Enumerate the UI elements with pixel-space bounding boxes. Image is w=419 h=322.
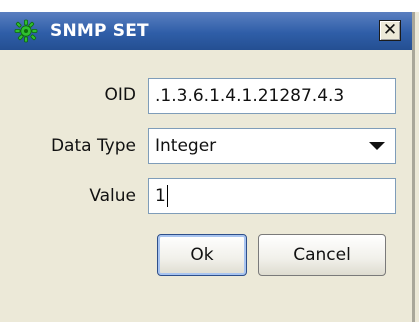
oid-input[interactable]: .1.3.6.1.4.1.21287.4.3 [148, 78, 396, 114]
datatype-label: Data Type [50, 136, 136, 156]
background-window [0, 0, 419, 12]
snmp-set-dialog: SNMP SET ✕ OID .1.3.6.1.4.1.21287.4.3 Da… [0, 12, 415, 322]
text-caret [166, 185, 168, 207]
chevron-down-icon[interactable] [369, 142, 385, 150]
window-title: SNMP SET [50, 21, 149, 41]
value-text: 1 [155, 186, 166, 206]
datatype-select[interactable]: Integer [148, 128, 396, 164]
datatype-selected: Integer [155, 136, 217, 156]
close-icon: ✕ [382, 20, 398, 40]
ok-button[interactable]: Ok [157, 234, 247, 276]
cancel-button[interactable]: Cancel [258, 234, 386, 276]
snmp-gear-icon [14, 19, 38, 43]
oid-label: OID [104, 85, 137, 105]
title-bar[interactable]: SNMP SET ✕ [0, 12, 412, 50]
close-button[interactable]: ✕ [379, 20, 401, 41]
value-label: Value [89, 186, 136, 206]
value-input[interactable]: 1 [148, 178, 396, 214]
